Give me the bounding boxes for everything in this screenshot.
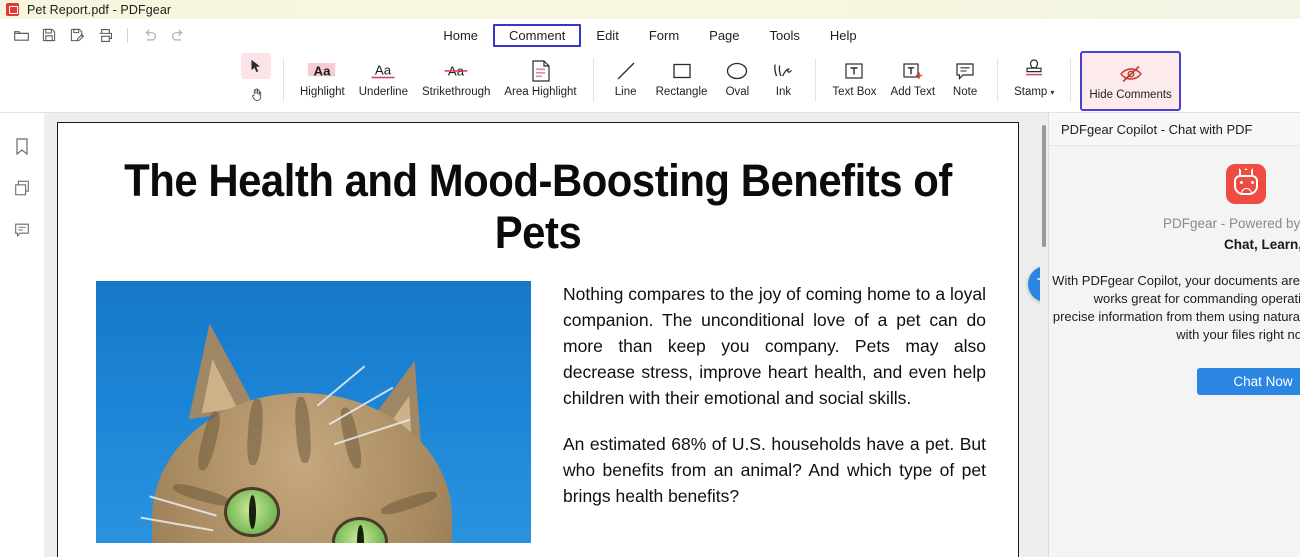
window-title: Pet Report.pdf - PDFgear xyxy=(27,2,172,17)
pdf-page: The Health and Mood-Boosting Benefits of… xyxy=(57,122,1019,557)
stamp-icon xyxy=(1021,56,1047,86)
pdfgear-red-logo-icon xyxy=(6,2,19,16)
print-icon[interactable] xyxy=(92,23,118,47)
tool-text-box[interactable]: Text Box xyxy=(825,51,883,107)
document-viewport[interactable]: The Health and Mood-Boosting Benefits of… xyxy=(44,113,1048,557)
menu-item-comment[interactable]: Comment xyxy=(493,23,582,47)
ribbon-divider xyxy=(815,58,817,102)
note-icon xyxy=(953,56,977,86)
tool-label: Add Text xyxy=(890,86,936,98)
redo-icon[interactable] xyxy=(165,23,191,47)
tool-label: Note xyxy=(952,86,978,98)
tool-label: Ink xyxy=(775,86,792,98)
tool-label: Underline xyxy=(358,86,408,98)
tool-line[interactable]: Line xyxy=(603,51,649,107)
tool-label: Rectangle xyxy=(655,86,708,98)
menu-item-form[interactable]: Form xyxy=(634,25,694,46)
tool-label: Area Highlight xyxy=(504,86,577,98)
open-file-icon[interactable] xyxy=(8,23,34,47)
underline-aa-icon: Aa xyxy=(368,56,398,86)
pdfgear-window: Pet Report.pdf - PDFgear Home Comment Ed… xyxy=(0,0,1300,557)
tool-label: Highlight xyxy=(300,86,345,98)
document-vertical-scrollbar[interactable] xyxy=(1040,113,1048,557)
chevron-down-icon[interactable]: ▾ xyxy=(1050,88,1054,97)
selection-tools-group xyxy=(238,51,274,107)
copilot-header: PDFgear Copilot - Chat with PDF xyxy=(1049,113,1300,146)
tool-oval[interactable]: Oval xyxy=(714,51,760,107)
tool-strikethrough[interactable]: Aa Strikethrough xyxy=(415,51,497,107)
tool-label: Hide Comments xyxy=(1089,89,1172,101)
tool-ink[interactable]: Ink xyxy=(760,51,806,107)
copilot-description: With PDFgear Copilot, your documents are… xyxy=(1049,272,1300,344)
ribbon-divider xyxy=(1070,58,1072,102)
copilot-tagline: Chat, Learn, Earn xyxy=(1224,237,1300,252)
menu-item-help[interactable]: Help xyxy=(815,25,872,46)
copilot-body: PDFgear - Powered by Cha Chat, Learn, Ea… xyxy=(1049,146,1300,395)
tool-hide-comments[interactable]: Hide Comments xyxy=(1080,51,1181,111)
copilot-panel: PDFgear Copilot - Chat with PDF PDFgear … xyxy=(1048,113,1300,557)
menu-item-tools[interactable]: Tools xyxy=(755,25,815,46)
copilot-description-line: works great for commanding operations xyxy=(1093,291,1300,306)
tool-area-highlight[interactable]: Area Highlight xyxy=(497,51,583,107)
ribbon-divider xyxy=(997,58,999,102)
cursor-arrow-icon[interactable] xyxy=(241,53,271,79)
tool-stamp[interactable]: Stamp ▾ xyxy=(1007,51,1061,107)
tool-rectangle[interactable]: Rectangle xyxy=(649,51,715,107)
ribbon-divider xyxy=(592,58,594,102)
cat-eye-left xyxy=(224,487,280,537)
menu-item-home[interactable]: Home xyxy=(428,25,493,46)
page-thumbnails-icon[interactable] xyxy=(8,175,36,201)
document-text-column: Nothing compares to the joy of coming ho… xyxy=(563,281,986,543)
tool-underline[interactable]: Aa Underline xyxy=(352,51,415,107)
copilot-title: PDFgear Copilot - Chat with PDF xyxy=(1061,121,1253,137)
menu-item-page[interactable]: Page xyxy=(694,25,754,46)
tool-label: Stamp xyxy=(1014,86,1048,98)
ink-pen-icon xyxy=(770,56,796,86)
tool-label: Line xyxy=(614,86,637,98)
left-sidebar-rail xyxy=(0,113,44,557)
tool-note[interactable]: Note xyxy=(942,51,988,107)
tool-label: Text Box xyxy=(832,86,877,98)
menu-item-edit[interactable]: Edit xyxy=(581,25,633,46)
scrollbar-thumb[interactable] xyxy=(1042,125,1046,247)
document-paragraph: Nothing compares to the joy of coming ho… xyxy=(563,284,986,408)
tabby-cat-illustration xyxy=(96,318,531,543)
svg-text:Aa: Aa xyxy=(314,63,332,78)
text-box-icon xyxy=(843,56,865,86)
svg-text:Aa: Aa xyxy=(375,63,392,78)
strikethrough-aa-icon: Aa xyxy=(441,56,471,86)
tool-label: Strikethrough xyxy=(421,86,491,98)
tool-add-text[interactable]: Add Text xyxy=(884,51,943,107)
rectangle-icon xyxy=(670,56,694,86)
copilot-description-line: precise information from them using natu… xyxy=(1052,309,1300,324)
comments-panel-icon[interactable] xyxy=(8,217,36,243)
ribbon-divider xyxy=(283,58,284,102)
undo-icon[interactable] xyxy=(137,23,163,47)
highlight-aa-icon: Aa xyxy=(307,56,337,86)
eye-slash-icon xyxy=(1117,59,1145,89)
toolbar-divider xyxy=(127,27,128,43)
comment-ribbon-toolbar: Aa Highlight Aa Underline Aa Strikethrou… xyxy=(0,51,1300,113)
title-bar: Pet Report.pdf - PDFgear xyxy=(0,0,1300,19)
tool-label: Oval xyxy=(725,86,750,98)
line-icon xyxy=(614,56,638,86)
pdfgear-robot-logo-icon xyxy=(1226,164,1266,204)
copilot-brand: PDFgear - Powered by Cha xyxy=(1163,216,1300,231)
chat-now-button[interactable]: Chat Now xyxy=(1197,368,1300,395)
tool-highlight[interactable]: Aa Highlight xyxy=(293,51,352,107)
bookmarks-icon[interactable] xyxy=(8,133,36,159)
document-heading: The Health and Mood-Boosting Benefits of… xyxy=(124,155,952,258)
save-as-icon[interactable] xyxy=(64,23,90,47)
copilot-description-line: with your files right no xyxy=(1176,327,1300,342)
oval-icon xyxy=(724,56,750,86)
cat-photo xyxy=(96,281,531,543)
save-icon[interactable] xyxy=(36,23,62,47)
hand-pan-icon[interactable] xyxy=(241,81,271,107)
document-image-column xyxy=(96,281,531,543)
area-highlight-page-icon xyxy=(530,56,552,86)
document-paragraph: An estimated 68% of U.S. households have… xyxy=(563,434,986,506)
add-text-icon xyxy=(901,56,925,86)
copilot-description-line: With PDFgear Copilot, your documents are xyxy=(1052,273,1300,288)
